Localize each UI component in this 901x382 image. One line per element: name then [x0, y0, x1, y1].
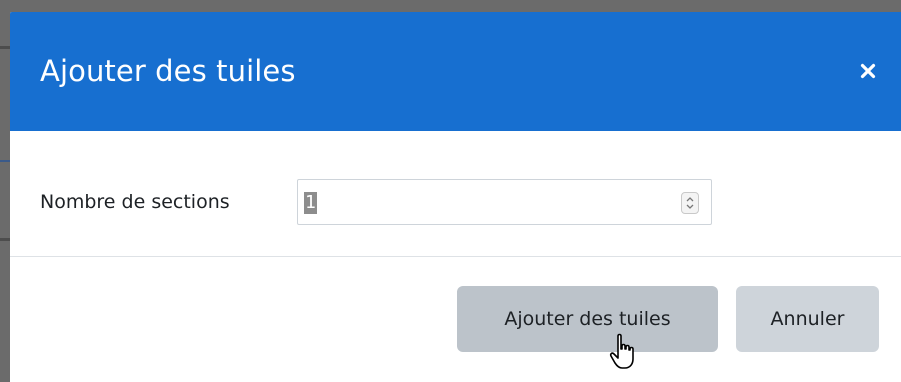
background-page-fragment	[0, 46, 10, 49]
cancel-button[interactable]: Annuler	[736, 286, 879, 352]
dialog-footer: Ajouter des tuiles Annuler	[10, 257, 901, 382]
add-tiles-button[interactable]: Ajouter des tuiles	[457, 286, 718, 352]
spinner-arrows-icon	[682, 195, 698, 211]
add-tiles-dialog: Ajouter des tuiles Nombre de sections 1	[10, 12, 901, 382]
dialog-body: Nombre de sections 1	[10, 131, 901, 256]
sections-count-value: 1	[304, 192, 317, 214]
screen: Ajouter des tuiles Nombre de sections 1	[0, 0, 901, 382]
background-page-fragment	[0, 238, 10, 241]
sections-count-label: Nombre de sections	[40, 191, 230, 213]
close-button[interactable]	[855, 58, 881, 84]
sections-count-input[interactable]: 1	[297, 179, 712, 225]
dialog-title: Ajouter des tuiles	[40, 54, 296, 88]
background-page-fragment	[0, 160, 10, 162]
close-icon	[860, 63, 876, 79]
dialog-header: Ajouter des tuiles	[10, 12, 901, 131]
number-spinner[interactable]	[681, 192, 699, 214]
